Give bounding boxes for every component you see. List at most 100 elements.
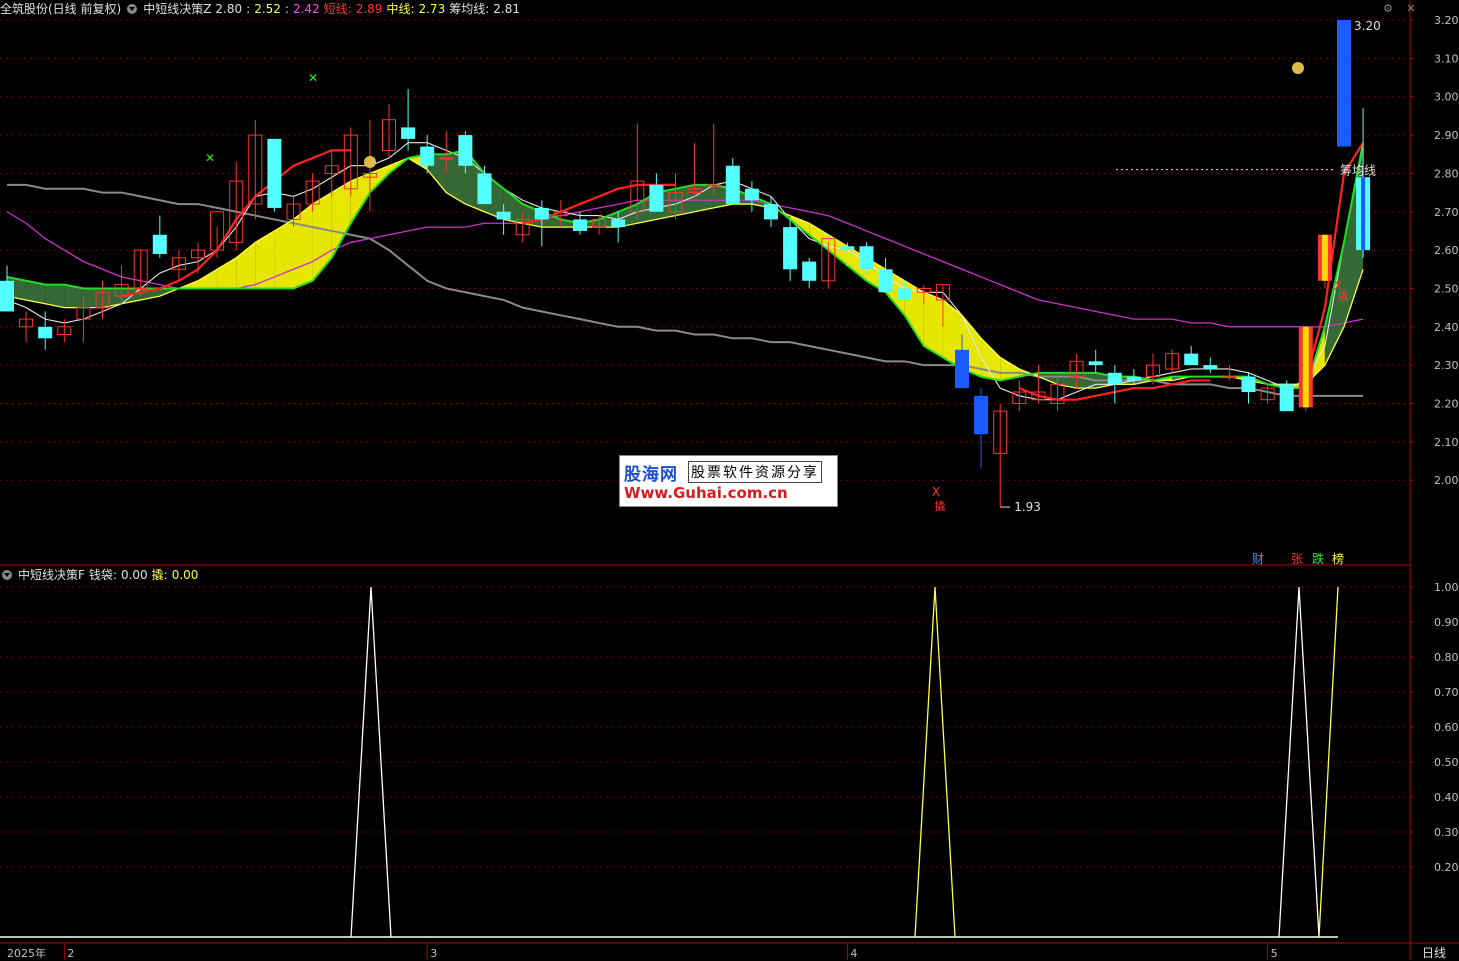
mid-value: 2.73 bbox=[418, 2, 446, 16]
signal-mark-icon: ✕ bbox=[205, 151, 215, 165]
candle-body bbox=[764, 204, 778, 220]
ribbon-segment bbox=[83, 288, 103, 308]
tag-cai: 财 bbox=[1252, 552, 1264, 566]
candle-body bbox=[1203, 365, 1218, 369]
ribbon-segment bbox=[255, 230, 275, 289]
candle-body bbox=[897, 288, 912, 300]
y-tick-label: 3.10 bbox=[1434, 52, 1459, 65]
candle-body bbox=[706, 184, 721, 187]
main-header: 全筑股份(日线 前复权) 中短线决策Z 2.80 : 2.52 : 2.42 短… bbox=[0, 0, 520, 18]
ribbon-segment bbox=[312, 192, 332, 281]
candle-body bbox=[1279, 384, 1294, 412]
candle-body bbox=[1184, 353, 1199, 366]
candle-body bbox=[1361, 177, 1366, 251]
candle-body bbox=[1222, 376, 1237, 379]
tag-zhang: 张 bbox=[1291, 552, 1303, 566]
candle-body bbox=[725, 165, 740, 205]
watermark-url: Www.Guhai.com.cn bbox=[624, 484, 788, 502]
y-tick-label: 0.50 bbox=[1434, 756, 1459, 769]
low-label: 1.93 bbox=[1014, 500, 1041, 514]
x-tick-label: 3 bbox=[430, 947, 437, 960]
x-tick-label: 5 bbox=[1271, 947, 1278, 960]
candle-body bbox=[401, 127, 416, 139]
candle-body bbox=[783, 227, 798, 270]
cost-label: 筹均线: bbox=[449, 2, 490, 16]
sub-indicator-name[interactable]: 中短线决策F bbox=[18, 566, 85, 584]
money-bag-icon bbox=[1292, 62, 1304, 74]
value-2: 2.52 bbox=[254, 2, 281, 16]
y-tick-label: 0.30 bbox=[1434, 826, 1459, 839]
stock-title[interactable]: 全筑股份(日线 前复权) bbox=[0, 0, 121, 18]
candle-body bbox=[1126, 376, 1141, 381]
candle-body bbox=[152, 234, 167, 254]
cost-value: 2.81 bbox=[493, 2, 520, 16]
candle-body bbox=[38, 326, 53, 339]
y-tick-label: 2.50 bbox=[1434, 282, 1459, 295]
sell-label: 撬 bbox=[935, 499, 946, 513]
y-tick-label: 3.00 bbox=[1434, 91, 1459, 104]
y-tick-label: 2.30 bbox=[1434, 359, 1459, 372]
mid-label: 中线: bbox=[386, 2, 415, 16]
bag-label: 钱袋: bbox=[88, 568, 117, 582]
sell-label: 撬: bbox=[151, 568, 168, 582]
sell-mark: X bbox=[932, 485, 940, 499]
signal-mark-icon: ✕ bbox=[308, 71, 318, 85]
x-tick-label: 4 bbox=[850, 947, 857, 960]
short-value: 2.89 bbox=[355, 2, 383, 16]
candle-body bbox=[1302, 326, 1309, 408]
y-tick-label: 0.90 bbox=[1434, 616, 1459, 629]
candle-body bbox=[573, 219, 587, 231]
bag-value: 0.00 bbox=[120, 568, 148, 582]
y-tick-label: 2.70 bbox=[1434, 206, 1459, 219]
watermark-logo: 股海网 股票软件资源分享 Www.Guhai.com.cn bbox=[619, 455, 838, 507]
candle-body bbox=[458, 135, 473, 166]
settings-icon[interactable]: ⚙ bbox=[1381, 2, 1395, 16]
y-tick-label: 3.20 bbox=[1434, 14, 1459, 27]
candle-body bbox=[744, 188, 759, 201]
cost-line-label: 筹均线 bbox=[1340, 164, 1376, 178]
tag-die: 跌 bbox=[1312, 551, 1324, 566]
indicator-name[interactable]: 中短线决策Z bbox=[143, 0, 211, 18]
trend-line bbox=[6, 142, 1365, 390]
y-tick-label: 2.40 bbox=[1434, 321, 1459, 334]
candle-body bbox=[649, 184, 664, 212]
candle-body bbox=[267, 138, 282, 208]
candle-body bbox=[420, 146, 435, 166]
candle-body bbox=[1088, 361, 1103, 366]
value-3: 2.42 bbox=[292, 2, 320, 16]
y-tick-label: 0.60 bbox=[1434, 721, 1459, 734]
high-label: 3.20 bbox=[1354, 19, 1381, 33]
dropdown-icon[interactable] bbox=[127, 4, 138, 14]
y-tick-label: 2.60 bbox=[1434, 244, 1459, 257]
ribbon-segment bbox=[217, 257, 237, 289]
y-tick-label: 2.80 bbox=[1434, 167, 1459, 180]
candle-body bbox=[1321, 234, 1328, 281]
y-tick-label: 0.80 bbox=[1434, 651, 1459, 664]
candle-body bbox=[859, 246, 874, 270]
short-label: 短线: bbox=[323, 2, 352, 16]
candle-body bbox=[439, 157, 454, 160]
watermark-brand: 股海网 bbox=[624, 465, 678, 485]
y-tick-label: 1.00 bbox=[1434, 581, 1459, 594]
tag-bang: 榜 bbox=[1332, 551, 1344, 566]
candle-body bbox=[534, 207, 549, 220]
candle-body bbox=[1107, 372, 1122, 385]
candle-body bbox=[0, 280, 14, 312]
candle-body bbox=[496, 211, 511, 220]
candle-body bbox=[802, 261, 817, 281]
candle-body bbox=[477, 173, 492, 205]
close-icon[interactable]: ✕ bbox=[1404, 2, 1418, 16]
candle-body bbox=[611, 219, 626, 228]
candle-body bbox=[1241, 376, 1256, 392]
period-label[interactable]: 日线 bbox=[1422, 944, 1446, 961]
y-tick-label: 2.20 bbox=[1434, 398, 1459, 411]
y-tick-label: 0.40 bbox=[1434, 791, 1459, 804]
y-tick-label: 0.70 bbox=[1434, 686, 1459, 699]
sell-label: 撬 bbox=[1338, 289, 1349, 303]
dropdown-icon[interactable] bbox=[2, 570, 12, 580]
y-tick-label: 2.90 bbox=[1434, 129, 1459, 142]
x-tick-label: 2025年 bbox=[7, 946, 46, 960]
value-1: 2.80 bbox=[215, 2, 243, 16]
candle-body bbox=[955, 349, 969, 389]
y-tick-label: 0.20 bbox=[1434, 861, 1459, 874]
